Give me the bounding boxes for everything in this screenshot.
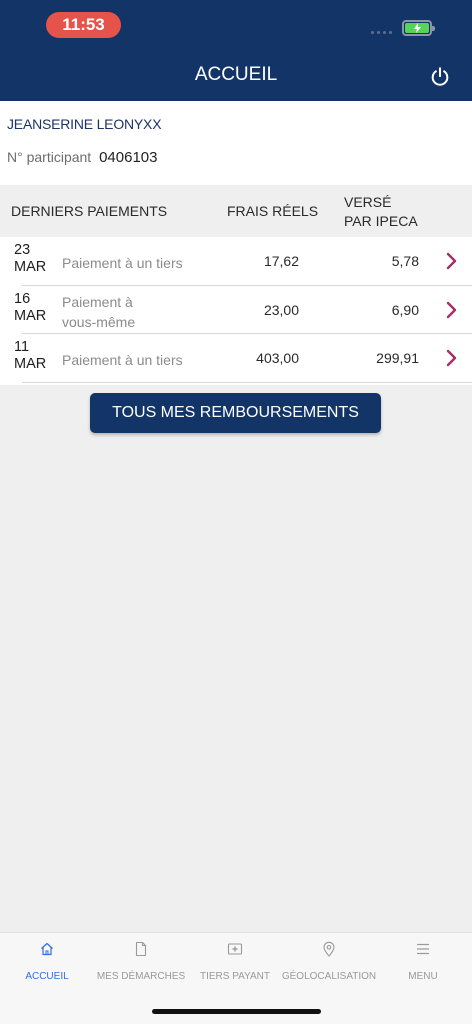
payment-verse: 6,90: [391, 301, 419, 318]
chevron-right-icon[interactable]: [444, 349, 458, 367]
location-pin-icon: [323, 941, 335, 957]
hamburger-menu-icon: [417, 943, 429, 955]
tab-accueil[interactable]: ACCUEIL: [0, 941, 94, 982]
payment-row[interactable]: 23 MAR Paiement à un tiers 17,62 5,78: [14, 237, 472, 286]
tab-mes-demarches[interactable]: MES DÉMARCHES: [94, 941, 188, 982]
tab-menu[interactable]: MENU: [376, 941, 470, 982]
user-name: JEANSERINE LEONYXX: [7, 116, 162, 132]
payments-list: 23 MAR Paiement à un tiers 17,62 5,78 16…: [0, 237, 472, 385]
payment-day: 16: [14, 290, 31, 307]
tab-label: GÉOLOCALISATION: [281, 971, 377, 982]
status-time: 11:53: [46, 12, 121, 38]
tab-label: MENU: [408, 971, 438, 982]
payments-table-header: DERNIERS PAIEMENTS FRAIS RÉELS VERSÉ PAR…: [0, 185, 472, 237]
payment-label-line2: vous-même: [62, 313, 136, 330]
column-header-verse: VERSÉ PAR IPECA: [344, 193, 418, 231]
tab-label: TIERS PAYANT: [199, 971, 270, 982]
participant-label: N° participant: [7, 149, 92, 165]
payment-row[interactable]: 11 MAR Paiement à un tiers 403,00 299,91: [14, 334, 472, 383]
column-header-frais: FRAIS RÉELS: [227, 203, 319, 219]
user-card: JEANSERINE LEONYXX N° participant 040610…: [0, 101, 472, 185]
payment-day: 11: [14, 339, 30, 355]
chevron-right-icon[interactable]: [444, 252, 458, 270]
power-icon[interactable]: [429, 66, 451, 88]
tab-label: ACCUEIL: [25, 971, 69, 982]
payment-verse: 299,91: [376, 350, 419, 366]
payment-day: 23: [14, 242, 31, 258]
payment-row[interactable]: 16 MAR Paiement à vous-même 23,00 6,90: [14, 286, 472, 334]
tab-geolocalisation[interactable]: GÉOLOCALISATION: [282, 941, 376, 982]
participant-info: N° participant 0406103: [7, 149, 158, 166]
charging-bolt-icon: [413, 23, 421, 33]
app-header: 11:53 ACCUEIL: [0, 0, 472, 101]
all-reimbursements-button[interactable]: TOUS MES REMBOURSEMENTS: [90, 393, 381, 433]
column-header-verse-line2: PAR IPECA: [344, 213, 418, 229]
column-header-verse-line1: VERSÉ: [344, 194, 392, 210]
payment-label: Paiement à un tiers: [62, 352, 183, 368]
column-header-payments: DERNIERS PAIEMENTS: [11, 203, 168, 219]
payment-label: Paiement à vous-même: [62, 292, 135, 332]
page-title: ACCUEIL: [194, 64, 278, 85]
payment-verse: 5,78: [391, 253, 419, 269]
payment-label-line1: Paiement à: [62, 293, 133, 310]
tab-label: MES DÉMARCHES: [96, 971, 186, 982]
battery-icon: [402, 20, 435, 36]
tab-tiers-payant[interactable]: TIERS PAYANT: [188, 941, 282, 982]
payment-month: MAR: [14, 356, 47, 372]
signal-icon: [371, 31, 392, 34]
payment-frais: 17,62: [263, 253, 299, 269]
home-indicator[interactable]: [152, 1009, 321, 1014]
document-icon: [135, 941, 147, 957]
card-icon: [227, 943, 243, 955]
chevron-right-icon[interactable]: [444, 301, 458, 319]
payment-frais: 403,00: [256, 350, 299, 366]
payment-month: MAR: [14, 307, 47, 324]
payment-date: 11 MAR: [14, 339, 46, 373]
home-icon: [41, 942, 53, 956]
payment-frais: 23,00: [263, 301, 299, 318]
participant-number: 0406103: [99, 149, 158, 166]
payment-date: 23 MAR: [14, 242, 46, 276]
payment-month: MAR: [14, 259, 47, 275]
payment-label: Paiement à un tiers: [62, 255, 183, 271]
payment-date: 16 MAR: [14, 291, 46, 325]
